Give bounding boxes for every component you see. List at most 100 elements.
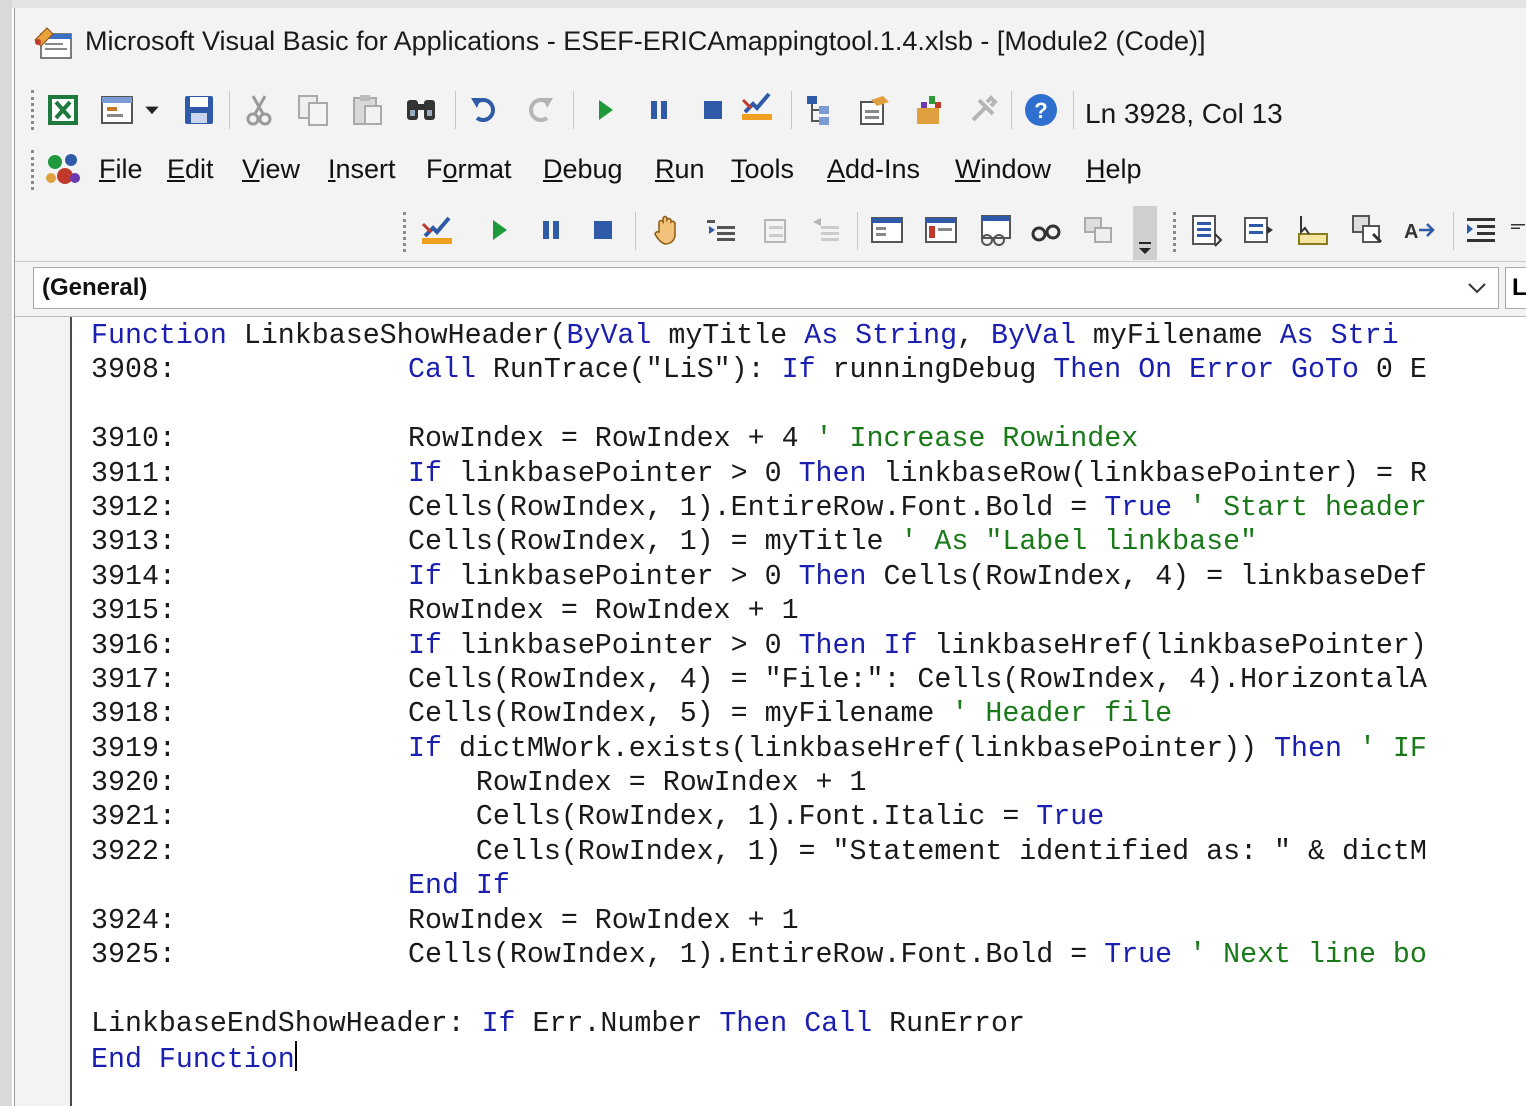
undo-button[interactable] (465, 88, 505, 132)
toolbar-grip[interactable] (403, 212, 407, 252)
step-out-button[interactable] (805, 208, 845, 252)
code-line[interactable] (91, 972, 1427, 1006)
design-mode-button[interactable] (737, 84, 777, 128)
line-number-label: 3915: (91, 595, 176, 628)
toolbar-separator (573, 91, 574, 129)
find-button[interactable] (401, 88, 441, 132)
menu-help[interactable]: Help (1086, 154, 1142, 185)
menu-format[interactable]: Format (426, 154, 512, 185)
paste-button[interactable] (347, 88, 387, 132)
object-dropdown[interactable]: (General) (33, 267, 1499, 309)
code-line[interactable]: 3908: Call RunTrace("LiS"): If runningDeb… (91, 353, 1427, 387)
code-line[interactable] (91, 388, 1427, 422)
menubar-grip[interactable] (31, 150, 35, 190)
save-button[interactable] (179, 88, 219, 132)
break-button-2[interactable] (531, 208, 571, 252)
code-line[interactable]: 3925: Cells(RowIndex, 1).EntireRow.Font.B… (91, 938, 1427, 972)
code-line[interactable]: 3915: RowIndex = RowIndex + 1 (91, 594, 1427, 628)
menu-view[interactable]: View (242, 154, 300, 185)
menu-insert[interactable]: Insert (328, 154, 396, 185)
outdent-button[interactable] (1509, 208, 1526, 252)
code-token: RowIndex = RowIndex + 1 (408, 595, 799, 628)
keyword-token: ByVal (991, 320, 1076, 352)
procedure-dropdown-value: L (1512, 274, 1526, 301)
menu-add-ins[interactable]: Add-Ins (827, 154, 920, 185)
menu-window[interactable]: Window (955, 154, 1051, 185)
run-button[interactable] (585, 88, 625, 132)
code-line[interactable]: 3914: If linkbasePointer > 0 Then Cells(R… (91, 560, 1427, 594)
code-line[interactable]: 3918: Cells(RowIndex, 5) = myFilename ' H… (91, 697, 1427, 731)
list-constants-button[interactable] (1239, 208, 1279, 252)
code-line[interactable]: 3910: RowIndex = RowIndex + 4 ' Increase … (91, 422, 1427, 456)
reset-button-2[interactable] (583, 208, 623, 252)
code-editor[interactable]: Function LinkbaseShowHeader(ByVal myTitl… (15, 316, 1526, 1106)
toolbox-button[interactable] (963, 88, 1003, 132)
code-line[interactable]: End If (91, 869, 1427, 903)
menu-debug[interactable]: Debug (543, 154, 623, 185)
code-token: runningDebug (815, 354, 1054, 387)
code-line[interactable]: 3916: If linkbasePointer > 0 Then If link… (91, 629, 1427, 663)
menu-run[interactable]: Run (655, 154, 705, 185)
properties-window-button[interactable] (855, 88, 895, 132)
project-explorer-button[interactable] (801, 88, 841, 132)
quick-info-button[interactable] (1293, 208, 1333, 252)
code-line[interactable]: End Function (91, 1041, 1427, 1076)
chevron-down-icon[interactable] (1464, 274, 1490, 302)
design-mode-button-2[interactable] (417, 208, 457, 252)
code-line[interactable]: 3921: Cells(RowIndex, 1).Font.Italic = T… (91, 800, 1427, 834)
vba-project-icon[interactable] (41, 148, 85, 192)
code-text[interactable]: Function LinkbaseShowHeader(ByVal myTitl… (91, 319, 1427, 1076)
code-line[interactable]: 3913: Cells(RowIndex, 1) = myTitle ' As "… (91, 525, 1427, 559)
code-line[interactable]: 3912: Cells(RowIndex, 1).EntireRow.Font.B… (91, 491, 1427, 525)
reset-button[interactable] (693, 88, 733, 132)
toolbar-overflow-button[interactable] (1133, 206, 1157, 260)
cut-button[interactable] (239, 88, 279, 132)
list-constants-icon (1244, 217, 1273, 243)
save-icon (185, 96, 213, 124)
object-browser-button[interactable] (909, 88, 949, 132)
menu-file[interactable]: File (99, 154, 143, 185)
code-line[interactable]: 3911: If linkbasePointer > 0 Then linkbas… (91, 457, 1427, 491)
call-stack-button[interactable] (1079, 208, 1119, 252)
insert-dropdown-button[interactable] (137, 88, 167, 132)
insert-userform-button[interactable] (97, 88, 137, 132)
toggle-breakpoint-button[interactable] (647, 208, 687, 252)
toolbar-grip[interactable] (1173, 212, 1177, 252)
step-over-button[interactable] (753, 208, 793, 252)
menu-edit[interactable]: Edit (167, 154, 214, 185)
immediate-window-button[interactable] (921, 208, 961, 252)
complete-word-button[interactable]: A (1399, 208, 1439, 252)
keyword-token: As Stri (1279, 320, 1399, 352)
parameter-info-button[interactable] (1347, 208, 1387, 252)
complete-word-icon: A (1404, 221, 1435, 243)
line-number-label: 3914: (91, 560, 176, 593)
locals-window-icon (871, 217, 903, 243)
indent-button[interactable] (1461, 208, 1501, 252)
design-mode-icon (741, 92, 772, 120)
code-line[interactable]: 3920: RowIndex = RowIndex + 1 (91, 766, 1427, 800)
run-button-2[interactable] (479, 208, 519, 252)
break-button[interactable] (639, 88, 679, 132)
locals-window-button[interactable] (867, 208, 907, 252)
list-properties-button[interactable] (1187, 208, 1227, 252)
code-line[interactable]: 3922: Cells(RowIndex, 1) = "Statement id… (91, 835, 1427, 869)
help-button[interactable]: ? (1021, 88, 1061, 132)
watch-window-button[interactable] (975, 208, 1015, 252)
procedure-dropdown[interactable]: L (1505, 267, 1526, 309)
code-line[interactable]: 3924: RowIndex = RowIndex + 1 (91, 904, 1427, 938)
code-line[interactable]: LinkbaseEndShowHeader: If Err.Number The… (91, 1007, 1427, 1041)
code-line[interactable]: 3919: If dictMWork.exists(linkbaseHref(li… (91, 732, 1427, 766)
redo-button[interactable] (519, 88, 559, 132)
code-line[interactable]: 3917: Cells(RowIndex, 4) = "File:": Cells… (91, 663, 1427, 697)
view-excel-button[interactable] (43, 88, 83, 132)
quick-watch-button[interactable] (1027, 208, 1067, 252)
toolbar-grip[interactable] (31, 90, 35, 130)
menu-tools[interactable]: Tools (731, 154, 794, 185)
step-into-button[interactable] (701, 208, 741, 252)
code-token: myFilename (1075, 320, 1280, 352)
code-line[interactable]: Function LinkbaseShowHeader(ByVal myTitl… (91, 319, 1427, 353)
copy-button[interactable] (293, 88, 333, 132)
line-number-label: 3922: (91, 835, 176, 868)
object-dropdown-value: (General) (42, 274, 148, 301)
margin-indicator-bar[interactable] (15, 317, 72, 1106)
